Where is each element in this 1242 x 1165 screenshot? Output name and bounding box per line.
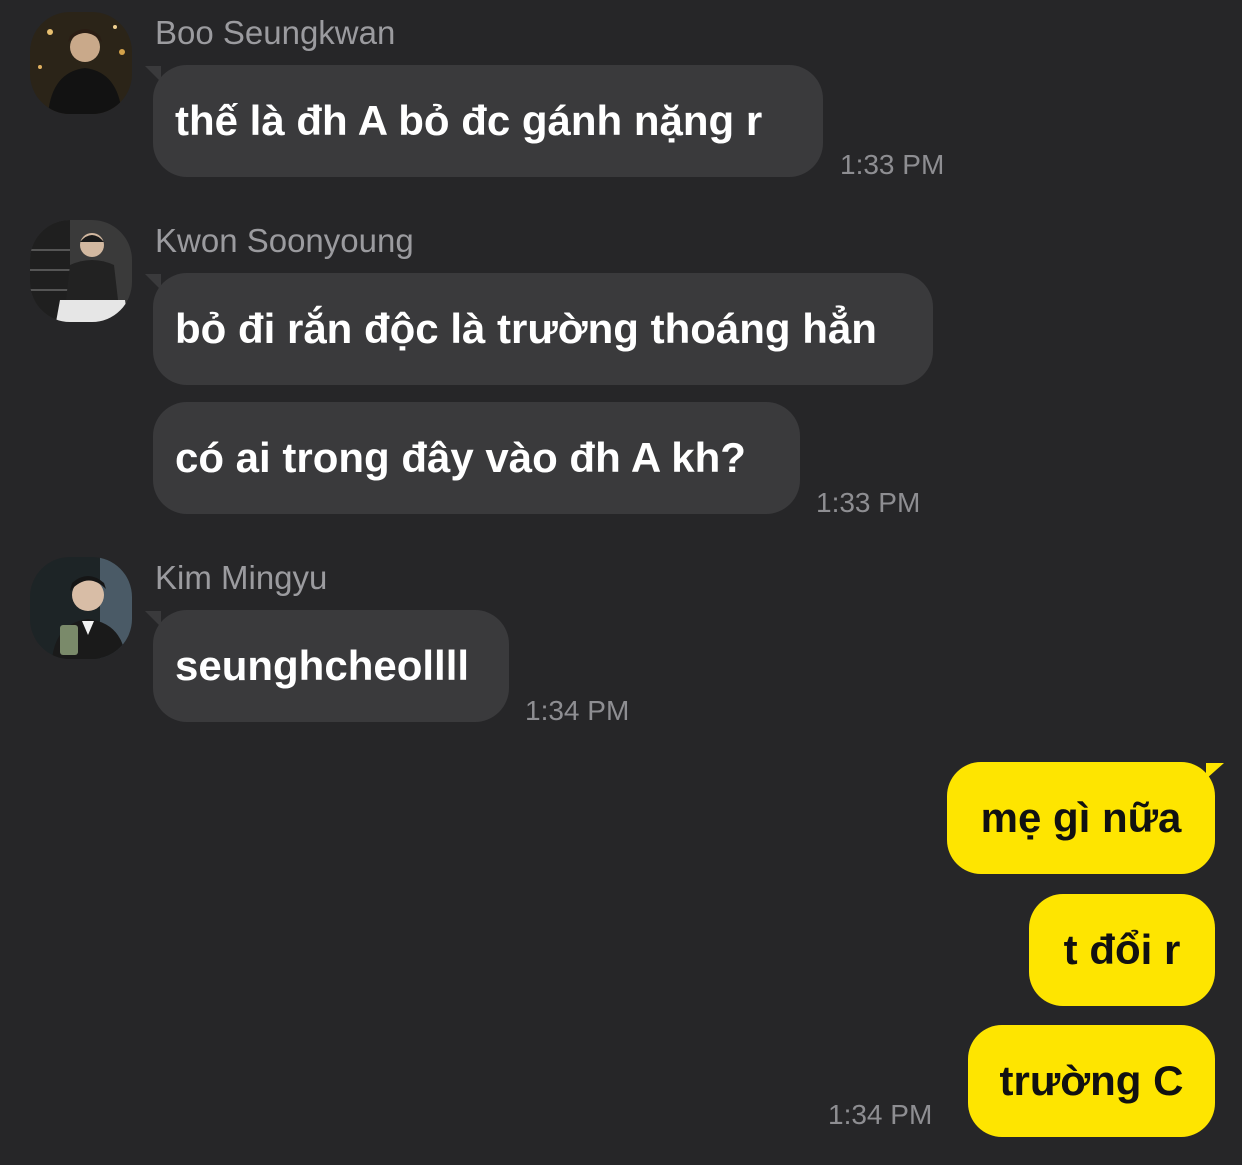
profile-photo-icon — [30, 12, 132, 114]
message-bubble[interactable]: có ai trong đây vào đh A kh? — [153, 402, 800, 514]
message-bubble[interactable]: trường C — [968, 1025, 1215, 1137]
profile-photo-icon — [30, 220, 132, 322]
sender-name: Kim Mingyu — [155, 559, 328, 596]
message-bubble[interactable]: bỏ đi rắn độc là trường thoáng hẳn — [153, 273, 933, 385]
message-bubble[interactable]: t đổi r — [1029, 894, 1215, 1006]
message-timestamp: 1:34 PM — [525, 695, 630, 726]
message-timestamp: 1:34 PM — [828, 1099, 933, 1130]
profile-photo-icon — [30, 557, 132, 659]
avatar[interactable] — [30, 557, 132, 659]
message-bubble[interactable]: seunghcheollll — [153, 610, 509, 722]
chat-view: Boo Seungkwan thế là đh A bỏ đc gánh nặn… — [0, 0, 1242, 1165]
avatar[interactable] — [30, 220, 132, 322]
message-bubble[interactable]: thế là đh A bỏ đc gánh nặng r — [153, 65, 823, 177]
avatar[interactable] — [30, 12, 132, 114]
message-timestamp: 1:33 PM — [816, 487, 921, 518]
sender-name: Boo Seungkwan — [155, 14, 396, 51]
sender-name: Kwon Soonyoung — [155, 222, 414, 259]
message-timestamp: 1:33 PM — [840, 149, 945, 180]
message-bubble[interactable]: mẹ gì nữa — [947, 762, 1215, 874]
